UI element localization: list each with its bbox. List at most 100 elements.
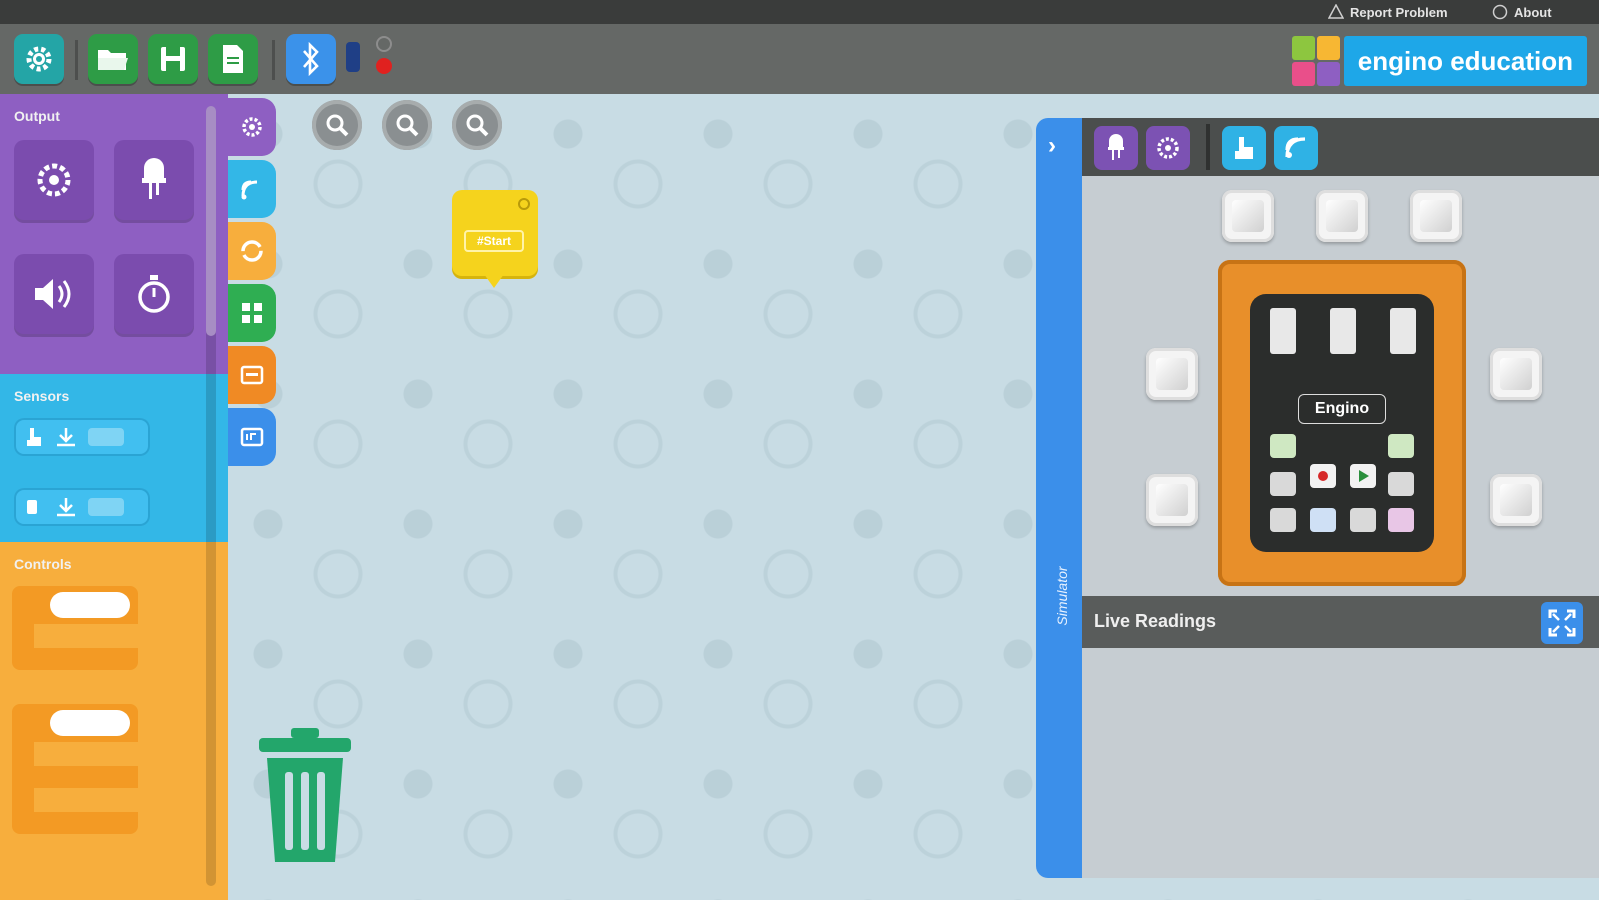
repeat-block[interactable] bbox=[12, 586, 138, 670]
simulator-toolbar bbox=[1082, 118, 1599, 176]
zoom-out-icon bbox=[466, 114, 489, 137]
category-title: Output bbox=[14, 108, 60, 124]
block-settings-dot[interactable] bbox=[518, 198, 530, 210]
simulator-toolbar-divider bbox=[1206, 124, 1210, 170]
controller-board: Engino bbox=[1218, 260, 1466, 586]
report-problem-link[interactable]: Report Problem bbox=[1328, 4, 1448, 20]
if-else-block[interactable] bbox=[12, 704, 138, 834]
ir-sensor-block[interactable] bbox=[14, 488, 150, 526]
new-file-button[interactable] bbox=[208, 34, 258, 84]
input-port-1[interactable] bbox=[1146, 348, 1198, 400]
board-key[interactable] bbox=[1270, 472, 1296, 496]
led-icon bbox=[142, 158, 166, 199]
expand-icon bbox=[1548, 609, 1576, 637]
sensor-port-field[interactable] bbox=[88, 498, 124, 516]
warning-icon bbox=[1328, 4, 1344, 19]
ir-sensor-icon bbox=[27, 500, 37, 514]
input-port-4[interactable] bbox=[1490, 474, 1542, 526]
tab-output[interactable] bbox=[228, 98, 276, 156]
board-key[interactable] bbox=[1350, 508, 1376, 532]
speaker-icon bbox=[35, 279, 71, 309]
folder-open-icon bbox=[98, 50, 128, 70]
sim-touch-sensor-button[interactable] bbox=[1222, 126, 1266, 170]
signal-icon bbox=[1285, 137, 1306, 158]
timer-block[interactable] bbox=[114, 254, 194, 334]
board-led-b bbox=[1330, 308, 1356, 354]
stopwatch-icon bbox=[138, 275, 170, 313]
zoom-out-button[interactable] bbox=[452, 100, 502, 150]
board-led-c bbox=[1390, 308, 1416, 354]
board-led-a bbox=[1270, 308, 1296, 354]
board-key[interactable] bbox=[1388, 508, 1414, 532]
output-port-a[interactable] bbox=[1222, 190, 1274, 242]
block-palette: Output Sensors Controls bbox=[0, 94, 228, 900]
sensor-port-field[interactable] bbox=[88, 428, 124, 446]
motor-gear-icon bbox=[37, 163, 71, 197]
main-toolbar: engino education bbox=[0, 24, 1599, 94]
save-icon bbox=[161, 47, 185, 71]
gear-icon bbox=[242, 117, 262, 137]
palette-category-controls: Controls bbox=[0, 542, 228, 900]
board-key[interactable] bbox=[1310, 508, 1336, 532]
scrollbar-thumb[interactable] bbox=[206, 106, 216, 336]
trash-can[interactable] bbox=[255, 728, 355, 868]
connection-status-light bbox=[376, 36, 392, 52]
logo-mark bbox=[1291, 36, 1340, 86]
trash-icon bbox=[259, 728, 351, 862]
live-readings-title: Live Readings bbox=[1094, 611, 1217, 631]
output-port-b[interactable] bbox=[1316, 190, 1368, 242]
motor-block[interactable] bbox=[14, 140, 94, 220]
zoom-reset-button[interactable] bbox=[382, 100, 432, 150]
live-readings-area bbox=[1082, 648, 1599, 878]
output-port-c[interactable] bbox=[1410, 190, 1462, 242]
category-title: Controls bbox=[14, 556, 72, 572]
simulator-tab[interactable]: › Simulator bbox=[1036, 118, 1082, 878]
start-block-label: #Start bbox=[464, 230, 524, 252]
tab-functions[interactable] bbox=[228, 408, 276, 466]
board-key[interactable] bbox=[1388, 472, 1414, 496]
start-block[interactable]: #Start bbox=[452, 190, 538, 288]
tab-controls[interactable] bbox=[228, 222, 276, 280]
zoom-in-button[interactable] bbox=[312, 100, 362, 150]
touch-sensor-icon bbox=[1235, 137, 1253, 159]
board-record-key[interactable] bbox=[1310, 464, 1336, 488]
input-port-2[interactable] bbox=[1146, 474, 1198, 526]
board-display: Engino bbox=[1250, 294, 1434, 552]
expand-button[interactable] bbox=[1541, 602, 1583, 644]
sim-ir-sensor-button[interactable] bbox=[1274, 126, 1318, 170]
save-button[interactable] bbox=[148, 34, 198, 84]
palette-scrollbar[interactable] bbox=[206, 106, 216, 886]
settings-button[interactable] bbox=[14, 34, 64, 84]
board-play-key[interactable] bbox=[1350, 464, 1376, 488]
bluetooth-button[interactable] bbox=[286, 34, 336, 84]
info-icon bbox=[1492, 4, 1508, 20]
buzzer-block[interactable] bbox=[14, 254, 94, 334]
repeat-count-field[interactable] bbox=[50, 592, 130, 618]
brand-name: engino education bbox=[1343, 36, 1587, 86]
led-block[interactable] bbox=[114, 140, 194, 220]
board-indicator bbox=[1388, 434, 1414, 458]
report-problem-label: Report Problem bbox=[1350, 4, 1448, 20]
board-key[interactable] bbox=[1270, 508, 1296, 532]
touch-sensor-block[interactable] bbox=[14, 418, 150, 456]
toolbar-divider bbox=[75, 40, 78, 80]
function-box-icon bbox=[240, 427, 264, 447]
grid-icon bbox=[242, 303, 262, 323]
board-logo: Engino bbox=[1298, 394, 1386, 424]
condition-field[interactable] bbox=[50, 710, 130, 736]
category-title: Sensors bbox=[14, 388, 70, 404]
brand-logo: engino education bbox=[1291, 34, 1587, 88]
tab-variables[interactable] bbox=[228, 346, 276, 404]
download-icon bbox=[57, 428, 75, 447]
sim-led-button[interactable] bbox=[1094, 126, 1138, 170]
tab-sensors[interactable] bbox=[228, 160, 276, 218]
chevron-right-icon[interactable]: › bbox=[1048, 132, 1056, 160]
input-port-3[interactable] bbox=[1490, 348, 1542, 400]
gear-icon bbox=[1157, 137, 1179, 159]
sim-motor-button[interactable] bbox=[1146, 126, 1190, 170]
download-icon bbox=[57, 498, 75, 517]
about-link[interactable]: About bbox=[1492, 4, 1552, 20]
tab-operators[interactable] bbox=[228, 284, 276, 342]
open-button[interactable] bbox=[88, 34, 138, 84]
led-icon bbox=[1108, 134, 1124, 160]
